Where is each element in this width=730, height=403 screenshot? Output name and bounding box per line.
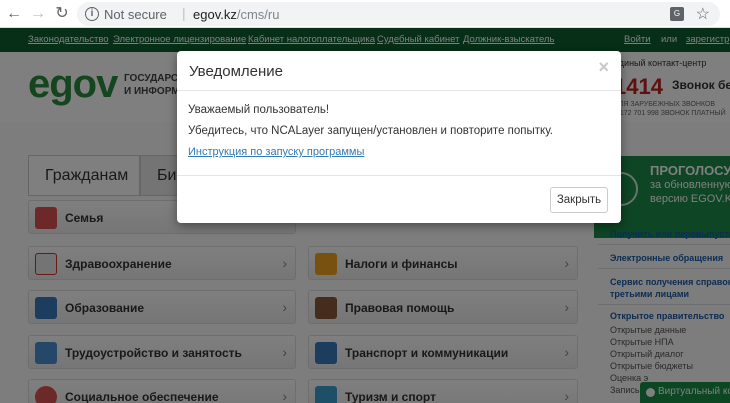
forward-icon[interactable]: → [28, 4, 48, 24]
notification-modal: Уведомление × Уважаемый пользователь! Уб… [177, 51, 621, 223]
close-icon[interactable]: × [598, 57, 609, 77]
instruction-link[interactable]: Инструкция по запуску программы [188, 146, 364, 158]
url-path: /cms/ru [236, 7, 280, 22]
back-icon[interactable]: ← [4, 4, 24, 24]
message-text: Убедитесь, что NCALayer запущен/установл… [188, 125, 554, 137]
modal-header: Уведомление × [177, 51, 621, 91]
bookmark-star-icon[interactable]: ☆ [696, 4, 710, 24]
translate-icon[interactable]: G [670, 7, 684, 21]
screen: ← → ↻ i Not secure | egov.kz/cms/ru G ☆ … [0, 0, 730, 403]
address-bar[interactable]: i Not secure | egov.kz/cms/ru G ☆ [77, 2, 720, 26]
security-label: Not secure [104, 7, 167, 22]
info-icon[interactable]: i [85, 7, 99, 21]
modal-title: Уведомление [189, 63, 284, 80]
browser-toolbar: ← → ↻ i Not secure | egov.kz/cms/ru G ☆ [0, 0, 730, 28]
close-button[interactable]: Закрыть [550, 187, 608, 213]
url-text[interactable]: egov.kz/cms/ru [193, 7, 279, 22]
greeting-text: Уважаемый пользователь! [188, 104, 330, 116]
reload-icon[interactable]: ↻ [52, 4, 72, 24]
url-separator: | [182, 5, 186, 21]
url-host: egov.kz [193, 7, 237, 22]
modal-body: Уважаемый пользователь! Убедитесь, что N… [177, 92, 621, 176]
